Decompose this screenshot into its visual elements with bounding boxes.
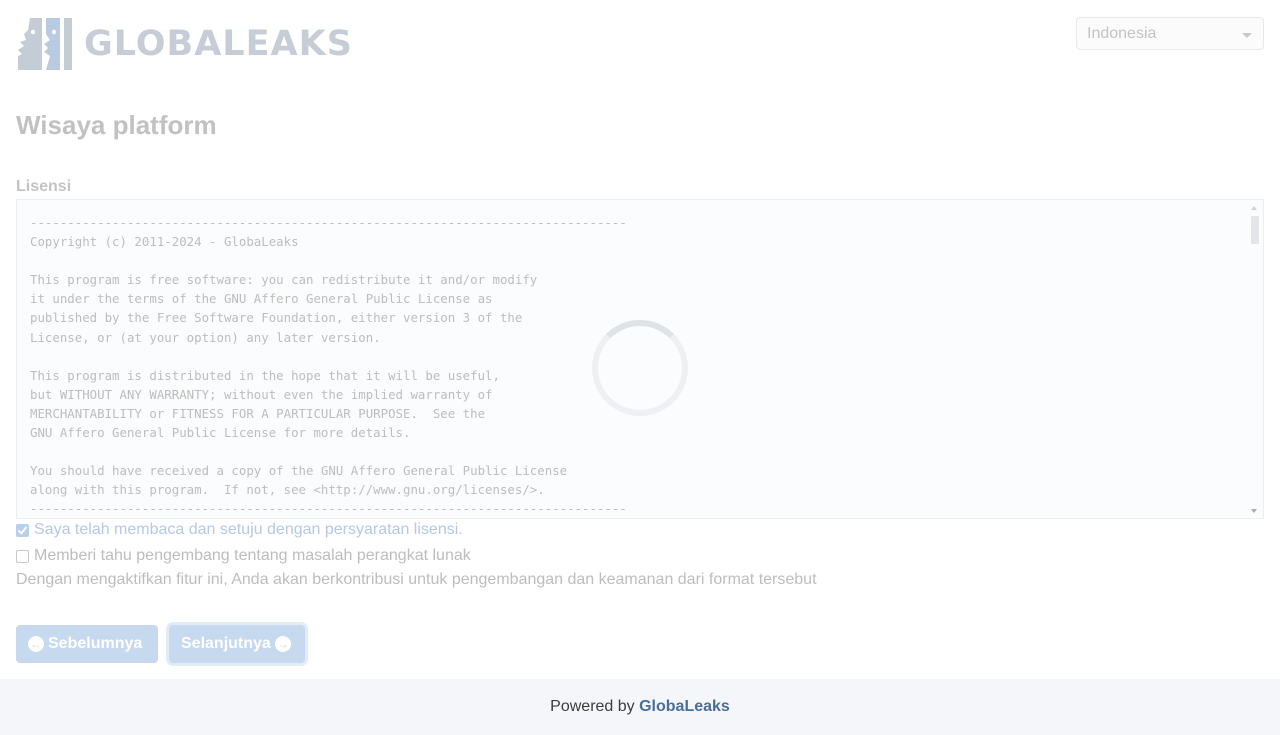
previous-button[interactable]: ← Sebelumnya (16, 625, 158, 663)
next-button[interactable]: Selanjutnya → (169, 625, 305, 663)
page-title: Wisaya platform (16, 110, 217, 140)
header: GLOBALEAKS Indonesia (16, 16, 1264, 76)
accept-license-checkbox[interactable] (16, 523, 29, 537)
telemetry-note: Dengan mengaktifkan fitur ini, Anda akan… (16, 571, 817, 588)
accept-license-row[interactable]: Saya telah membaca dan setuju dengan per… (16, 521, 463, 539)
next-button-label: Selanjutnya (181, 635, 271, 652)
accept-license-label[interactable]: Saya telah membaca dan setuju dengan per… (34, 521, 463, 539)
language-select-value: Indonesia (1087, 25, 1157, 42)
language-select[interactable]: Indonesia (1076, 17, 1264, 50)
license-text: ----------------------------------------… (30, 215, 627, 517)
telemetry-checkbox[interactable] (16, 549, 29, 563)
license-scrollbar[interactable] (1247, 200, 1263, 518)
footer-prefix: Powered by (550, 698, 640, 715)
arrow-circle-right-icon: → (274, 636, 291, 652)
license-label: Lisensi (16, 178, 72, 195)
previous-button-label: Sebelumnya (48, 635, 143, 652)
telemetry-label[interactable]: Memberi tahu pengembang tentang masalah … (34, 547, 471, 565)
arrow-circle-left-icon: ← (28, 636, 44, 652)
logo[interactable]: GLOBALEAKS (16, 16, 353, 72)
scroll-thumb[interactable] (1251, 216, 1259, 244)
footer: Powered by GlobaLeaks (0, 679, 1280, 735)
telemetry-row[interactable]: Memberi tahu pengembang tentang masalah … (16, 547, 471, 565)
spinner-icon (592, 320, 688, 416)
scroll-down-arrow-icon[interactable] (1251, 509, 1257, 513)
scroll-up-arrow-icon[interactable] (1251, 206, 1257, 210)
footer-globaleaks-link[interactable]: GlobaLeaks (639, 698, 730, 715)
caret-down-icon (1242, 33, 1252, 38)
logo-text: GLOBALEAKS (84, 24, 353, 64)
logo-mark-icon (18, 18, 72, 70)
